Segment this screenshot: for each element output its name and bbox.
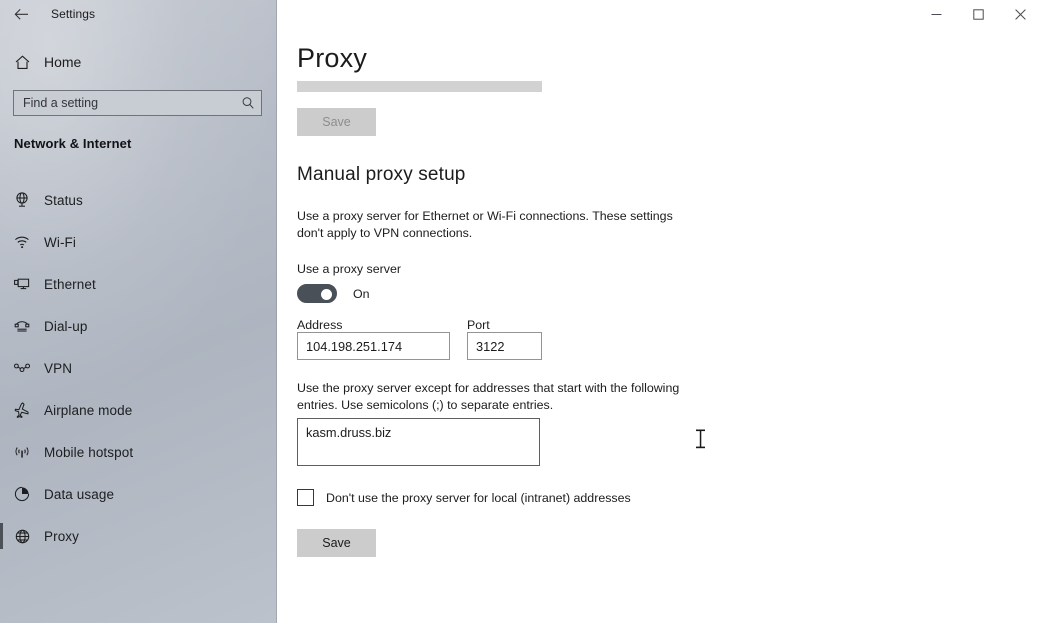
text-cursor-ibeam — [695, 429, 706, 449]
app-title: Settings — [51, 7, 96, 21]
sidebar-item-label: Status — [44, 192, 83, 208]
search-input[interactable] — [23, 96, 241, 110]
bypass-local-label: Don't use the proxy server for local (in… — [326, 490, 631, 505]
sidebar-item-label: Wi-Fi — [44, 234, 76, 250]
pie-chart-icon — [0, 485, 44, 503]
title-bar-left: Settings — [0, 0, 277, 28]
settings-window: Home Network & Internet — [0, 0, 1041, 623]
window-controls — [915, 0, 1041, 28]
search-box[interactable] — [13, 90, 262, 116]
proxy-exceptions-textarea[interactable]: kasm.druss.biz — [297, 418, 540, 466]
sidebar-item-status[interactable]: Status — [0, 179, 277, 221]
page-title: Proxy — [297, 43, 368, 73]
port-label: Port — [467, 318, 490, 332]
sidebar-item-data-usage[interactable]: Data usage — [0, 473, 277, 515]
sidebar-item-label: Airplane mode — [44, 402, 133, 418]
minimize-button[interactable] — [915, 0, 957, 28]
sidebar-home-label: Home — [44, 54, 82, 70]
sidebar: Home Network & Internet — [0, 0, 277, 623]
sidebar-item-vpn[interactable]: VPN — [0, 347, 277, 389]
loading-placeholder-bar — [297, 81, 542, 92]
ethernet-icon — [0, 275, 44, 293]
vpn-icon — [0, 359, 44, 377]
sidebar-section-header: Network & Internet — [14, 136, 132, 151]
wifi-icon — [0, 233, 44, 251]
use-proxy-label: Use a proxy server — [297, 262, 401, 276]
sidebar-item-label: Proxy — [44, 528, 80, 544]
manual-proxy-setup-heading: Manual proxy setup — [297, 164, 466, 185]
home-icon — [0, 54, 44, 71]
save-button-top[interactable]: Save — [297, 108, 376, 136]
search-container[interactable] — [13, 90, 262, 116]
title-bar: Settings — [0, 0, 1041, 28]
sidebar-item-proxy[interactable]: Proxy — [0, 515, 277, 557]
sidebar-item-label: Ethernet — [44, 276, 96, 292]
sidebar-item-label: Dial-up — [44, 318, 88, 334]
sidebar-nav: Status Wi-Fi Ethernet Dial-up VPN Airpla… — [0, 179, 277, 557]
use-proxy-toggle-row[interactable]: On — [297, 284, 370, 303]
hotspot-icon — [0, 443, 44, 461]
toggle-knob — [321, 288, 332, 300]
use-proxy-state-label: On — [353, 286, 370, 301]
exceptions-description: Use the proxy server except for addresse… — [297, 381, 680, 412]
airplane-icon — [0, 401, 44, 419]
search-icon[interactable] — [241, 96, 255, 110]
address-label: Address — [297, 318, 343, 332]
dialup-phone-icon — [0, 317, 44, 335]
sidebar-item-label: VPN — [44, 360, 73, 376]
selection-indicator — [0, 523, 3, 549]
back-arrow-icon[interactable] — [0, 0, 42, 28]
sidebar-item-home[interactable]: Home — [0, 46, 277, 78]
globe-icon — [0, 527, 44, 546]
sidebar-item-label: Mobile hotspot — [44, 444, 134, 460]
maximize-button[interactable] — [957, 0, 999, 28]
sidebar-item-mobile-hotspot[interactable]: Mobile hotspot — [0, 431, 277, 473]
sidebar-item-ethernet[interactable]: Ethernet — [0, 263, 277, 305]
sidebar-item-airplane-mode[interactable]: Airplane mode — [0, 389, 277, 431]
bypass-local-checkbox[interactable] — [297, 489, 314, 506]
sidebar-item-wifi[interactable]: Wi-Fi — [0, 221, 277, 263]
bypass-local-row[interactable]: Don't use the proxy server for local (in… — [297, 489, 631, 506]
status-globe-icon — [0, 191, 44, 209]
sidebar-item-label: Data usage — [44, 486, 115, 502]
use-proxy-toggle[interactable] — [297, 284, 337, 303]
save-button-bottom[interactable]: Save — [297, 529, 376, 557]
manual-setup-description: Use a proxy server for Ethernet or Wi-Fi… — [297, 209, 673, 240]
address-input[interactable] — [297, 332, 450, 360]
port-input[interactable] — [467, 332, 542, 360]
close-button[interactable] — [999, 0, 1041, 28]
main-content: Proxy Save Manual proxy setup Use a prox… — [277, 0, 1041, 623]
sidebar-item-dialup[interactable]: Dial-up — [0, 305, 277, 347]
